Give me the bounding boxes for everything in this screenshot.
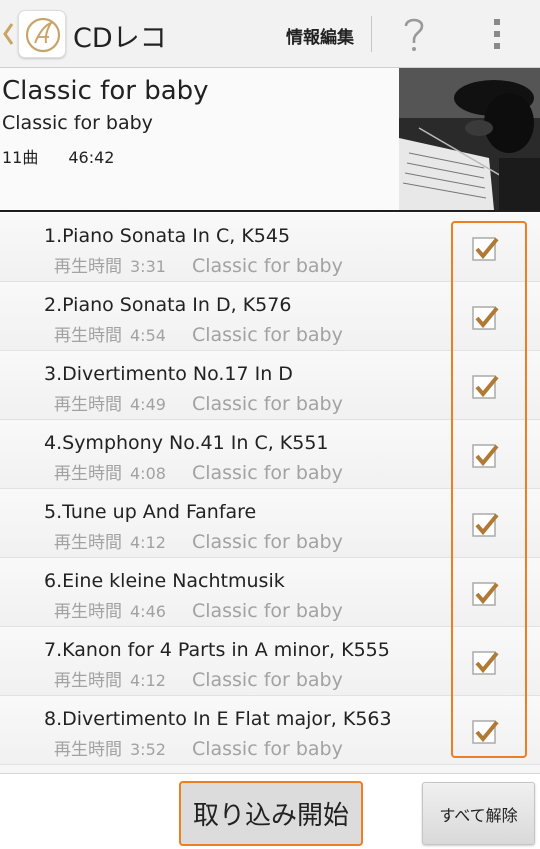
- track-row[interactable]: 4.Symphony No.41 In C, K551 再生時間 4:08 Clas…: [0, 420, 540, 489]
- track-subtitle: 再生時間 4:46 Classic for baby: [54, 597, 343, 622]
- track-time-label: 再生時間: [54, 740, 122, 760]
- app-logo-icon[interactable]: [18, 10, 66, 58]
- track-row[interactable]: 3.Divertimento No.17 In D 再生時間 4:49 Classi…: [0, 351, 540, 420]
- album-title: Classic for baby: [2, 76, 209, 106]
- track-artist: Classic for baby: [191, 738, 343, 760]
- track-subtitle: 再生時間 4:12 Classic for baby: [54, 528, 343, 553]
- track-subtitle: 再生時間 3:31 Classic for baby: [54, 252, 343, 277]
- question-mark-icon[interactable]: [399, 14, 429, 54]
- track-duration: 4:54: [130, 326, 166, 345]
- track-artist: Classic for baby: [191, 600, 343, 622]
- track-row[interactable]: 7.Kanon for 4 Parts in A minor, K555 再生時…: [0, 627, 540, 696]
- checkbox-checked-icon[interactable]: [470, 371, 500, 401]
- track-subtitle: 再生時間 4:12 Classic for baby: [54, 666, 343, 691]
- checkbox-checked-icon[interactable]: [470, 440, 500, 470]
- checkbox-checked-icon[interactable]: [470, 509, 500, 539]
- track-row[interactable]: 5.Tune up And Fanfare 再生時間 4:12 Classic fo…: [0, 489, 540, 558]
- track-title: 7.Kanon for 4 Parts in A minor, K555: [44, 639, 390, 661]
- track-duration: 3:52: [130, 740, 166, 759]
- deselect-all-button[interactable]: すべて解除: [422, 782, 535, 845]
- track-time-label: 再生時間: [54, 326, 122, 346]
- track-title: 8.Divertimento In E Flat major, K563: [44, 708, 392, 730]
- track-duration: 4:49: [130, 395, 166, 414]
- track-title: 2.Piano Sonata In D, K576: [44, 294, 292, 316]
- checkbox-checked-icon[interactable]: [470, 233, 500, 263]
- overflow-menu-icon[interactable]: [487, 16, 507, 52]
- start-import-button[interactable]: 取り込み開始: [179, 781, 363, 846]
- track-artist: Classic for baby: [191, 393, 343, 415]
- action-bar-divider: [371, 16, 372, 52]
- track-duration: 4:08: [130, 464, 166, 483]
- track-duration: 3:31: [130, 257, 166, 276]
- track-title: 1.Piano Sonata In C, K545: [44, 225, 291, 247]
- track-time-label: 再生時間: [54, 464, 122, 484]
- track-artist: Classic for baby: [191, 462, 343, 484]
- album-artist: Classic for baby: [2, 112, 153, 134]
- checkbox-checked-icon[interactable]: [470, 647, 500, 677]
- album-total-time: 46:42: [68, 148, 115, 167]
- checkbox-checked-icon[interactable]: [470, 578, 500, 608]
- edit-info-button[interactable]: 情報編集: [286, 23, 354, 48]
- track-duration: 4:12: [130, 671, 166, 690]
- album-header: Classic for baby Classic for baby 11曲 46:…: [0, 68, 540, 212]
- track-time-label: 再生時間: [54, 602, 122, 622]
- track-subtitle: 再生時間 3:52 Classic for baby: [54, 735, 343, 760]
- album-track-count: 11曲: [2, 148, 39, 167]
- album-meta: 11曲 46:42: [2, 144, 144, 168]
- track-row[interactable]: 8.Divertimento In E Flat major, K563 再生時…: [0, 696, 540, 765]
- track-time-label: 再生時間: [54, 257, 122, 277]
- track-row[interactable]: 1.Piano Sonata In C, K545 再生時間 3:31 Classi…: [0, 213, 540, 282]
- track-subtitle: 再生時間 4:49 Classic for baby: [54, 390, 343, 415]
- track-row[interactable]: 2.Piano Sonata In D, K576 再生時間 4:54 Classi…: [0, 282, 540, 351]
- track-time-label: 再生時間: [54, 395, 122, 415]
- track-title: 3.Divertimento No.17 In D: [44, 363, 293, 385]
- app-title: CDレコ: [73, 23, 167, 54]
- track-title: 4.Symphony No.41 In C, K551: [44, 432, 329, 454]
- track-duration: 4:12: [130, 533, 166, 552]
- bottom-bar: 取り込み開始 すべて解除: [0, 773, 540, 849]
- checkbox-checked-icon[interactable]: [470, 716, 500, 746]
- track-subtitle: 再生時間 4:54 Classic for baby: [54, 321, 343, 346]
- track-subtitle: 再生時間 4:08 Classic for baby: [54, 459, 343, 484]
- track-artist: Classic for baby: [191, 531, 343, 553]
- action-bar: CDレコ 情報編集: [0, 0, 540, 68]
- track-duration: 4:46: [130, 602, 166, 621]
- checkbox-checked-icon[interactable]: [470, 302, 500, 332]
- track-row[interactable]: 6.Eine kleine Nachtmusik 再生時間 4:46 Classic…: [0, 558, 540, 627]
- track-artist: Classic for baby: [191, 324, 343, 346]
- track-title: 5.Tune up And Fanfare: [44, 501, 257, 523]
- track-time-label: 再生時間: [54, 533, 122, 553]
- track-title: 6.Eine kleine Nachtmusik: [44, 570, 285, 592]
- track-list: 1.Piano Sonata In C, K545 再生時間 3:31 Classi…: [0, 213, 540, 773]
- track-artist: Classic for baby: [191, 255, 343, 277]
- album-art-image: [399, 68, 540, 210]
- track-artist: Classic for baby: [191, 669, 343, 691]
- back-chevron-icon[interactable]: [2, 20, 14, 48]
- track-time-label: 再生時間: [54, 671, 122, 691]
